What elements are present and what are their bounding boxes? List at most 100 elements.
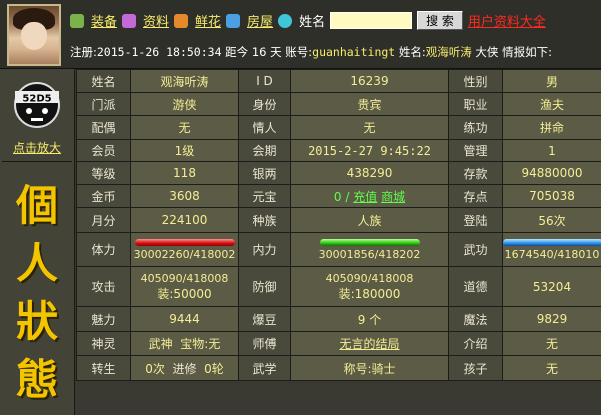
table-row: 配偶 无 情人 无 练功 拼命 — [76, 115, 601, 140]
label-defense: 防御 — [238, 266, 291, 307]
label-name: 姓名 — [76, 69, 131, 93]
table-row: 攻击 405090/418008 装:50000 防御 405090/418008… — [76, 266, 601, 307]
martial-text: 1674540/418010 — [504, 247, 600, 261]
treasure-value: 宝物:无 — [180, 337, 221, 351]
value-month-points: 224100 — [130, 207, 239, 233]
table-row: 体力 30002260/418002 内力 30001856/418202 武功… — [76, 232, 601, 267]
equipment-icon — [70, 13, 84, 28]
search-label: 姓名 — [299, 15, 326, 30]
label-status: 身份 — [238, 92, 291, 116]
nav-profile[interactable]: 资料 — [143, 11, 169, 30]
table-row: 金币 3608 元宝 0 / 充值 商城 存点 705038 — [76, 184, 601, 208]
register-date: 2015-1-26 18:50:34 — [96, 45, 222, 59]
avatar[interactable] — [7, 4, 61, 66]
title-value: 大侠 — [475, 45, 499, 59]
value-attack: 405090/418008 装:50000 — [130, 266, 239, 307]
label-deity: 神灵 — [76, 331, 131, 356]
label-admin: 管理 — [448, 139, 503, 162]
label-savings-points: 存点 — [448, 184, 503, 208]
shop-link[interactable]: 商城 — [381, 190, 405, 204]
value-id: 16239 — [290, 69, 449, 93]
table-row: 转生 0次 进修 0轮 武学 称号:骑士 孩子 无 — [76, 355, 601, 381]
label-gender: 性别 — [448, 69, 503, 93]
value-beans: 9 个 — [290, 306, 449, 332]
value-deposit: 94880000 — [502, 161, 601, 185]
value-level: 118 — [130, 161, 239, 185]
side-divider — [2, 161, 72, 162]
value-member: 1级 — [130, 139, 239, 162]
value-master: 无言的结局 — [290, 331, 449, 356]
user-list-link[interactable]: 用户资料大全 — [468, 11, 546, 30]
label-sect: 门派 — [76, 92, 131, 116]
value-morality: 53204 — [502, 266, 601, 307]
yuanbao-amount: 0 / — [333, 189, 350, 204]
label-race: 种族 — [238, 207, 291, 233]
top-nav: 装备 资料 鲜花 房屋 姓名 搜 索 用户资料大全 — [70, 11, 546, 30]
value-inner-power: 30001856/418202 — [290, 232, 449, 267]
header-bar: 装备 资料 鲜花 房屋 姓名 搜 索 用户资料大全 注册:2015-1-26 1… — [0, 0, 601, 69]
nav-flowers[interactable]: 鲜花 — [195, 11, 221, 30]
label-martial-arts: 武学 — [238, 355, 291, 381]
nav-house[interactable]: 房屋 — [247, 11, 273, 30]
title-char-3: 狀 — [15, 297, 58, 346]
value-martial-arts: 称号:骑士 — [290, 355, 449, 381]
account-label: 账号: — [285, 45, 313, 59]
title-char-2: 人 — [15, 239, 58, 288]
label-id: I D — [238, 69, 291, 93]
search-input[interactable] — [330, 12, 413, 29]
master-link[interactable]: 无言的结局 — [339, 337, 399, 351]
value-spouse: 无 — [130, 115, 239, 140]
value-logins: 56次 — [502, 207, 601, 233]
register-label: 注册: — [70, 45, 97, 59]
label-inner-power: 内力 — [238, 232, 291, 267]
label-rebirth: 转生 — [76, 355, 131, 381]
account-value: guanhaitingt — [312, 45, 396, 59]
nav-equipment[interactable]: 装备 — [91, 11, 117, 30]
value-sect: 游侠 — [130, 92, 239, 116]
label-month-points: 月分 — [76, 207, 131, 233]
house-icon — [226, 13, 241, 28]
table-row: 等级 118 银两 438290 存款 94880000 — [76, 161, 601, 185]
label-beans: 爆豆 — [238, 306, 291, 332]
value-stamina: 30002260/418002 — [130, 232, 239, 267]
deity-value: 武神 — [148, 337, 173, 351]
name-label: 姓名: — [398, 45, 426, 59]
label-charm: 魅力 — [76, 306, 131, 332]
value-rebirth: 0次 进修 0轮 — [130, 355, 239, 381]
recharge-link[interactable]: 充值 — [353, 190, 377, 204]
badge-text: 52D5 — [22, 94, 51, 105]
table-row: 月分 224100 种族 人族 登陆 56次 — [76, 207, 601, 233]
value-lover: 无 — [290, 115, 449, 140]
label-spouse: 配偶 — [76, 115, 131, 140]
label-deposit: 存款 — [448, 161, 503, 185]
police-badge-icon: 52D5 — [14, 82, 60, 128]
value-gold: 3608 — [130, 184, 239, 208]
inner-power-bar — [319, 238, 420, 246]
profile-icon — [122, 13, 137, 28]
since-value: 16 天 — [251, 45, 282, 59]
zoom-link[interactable]: 点击放大 — [0, 139, 74, 156]
value-status: 贵宾 — [290, 92, 449, 116]
avatar-face — [21, 22, 47, 50]
registration-info: 注册:2015-1-26 18:50:34 距今 16 天 账号:guanhai… — [70, 44, 552, 60]
value-gender: 男 — [502, 69, 601, 93]
label-referrer: 介绍 — [448, 331, 503, 356]
stamina-text: 30002260/418002 — [133, 247, 236, 261]
table-row: 魅力 9444 爆豆 9 个 魔法 9829 — [76, 306, 601, 332]
value-job: 渔夫 — [502, 92, 601, 116]
label-children: 孩子 — [448, 355, 503, 381]
label-martial: 武功 — [448, 232, 503, 267]
label-member-expiry: 会期 — [238, 139, 291, 162]
value-children: 无 — [502, 355, 601, 381]
label-member: 会员 — [76, 139, 131, 162]
label-morality: 道德 — [448, 266, 503, 307]
table-row: 会员 1级 会期 2015-2-27 9:45:22 管理 1 — [76, 139, 601, 162]
info-suffix: 情报如下: — [502, 45, 552, 59]
value-silver: 438290 — [290, 161, 449, 185]
search-button[interactable]: 搜 索 — [417, 11, 463, 30]
value-name: 观海听涛 — [130, 69, 239, 93]
value-savings-points: 705038 — [502, 184, 601, 208]
title-char-4: 態 — [15, 355, 58, 404]
label-logins: 登陆 — [448, 207, 503, 233]
vertical-title: 個 人 狀 態 — [0, 177, 74, 409]
